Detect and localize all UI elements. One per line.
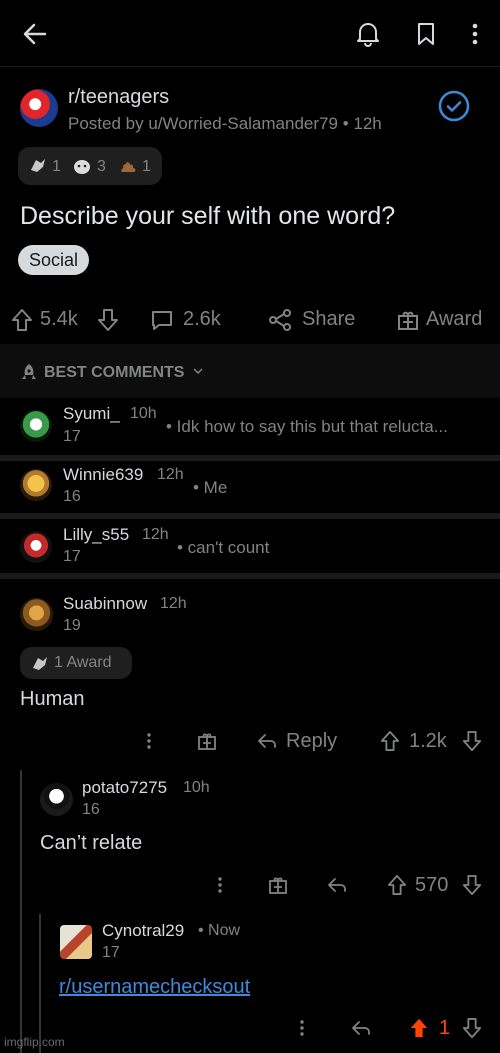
sort-bar[interactable]: BEST COMMENTS [0,344,500,398]
divider [0,573,500,579]
award-count: 3 [97,158,106,175]
comment-author[interactable]: potato7275 [82,778,167,798]
thread-line[interactable] [39,914,41,1053]
upvote-active-icon[interactable] [407,1016,431,1040]
comment-preview: • can't count [177,538,270,557]
share-label[interactable]: Share [302,308,355,331]
comment-votes: 1 [439,1017,451,1039]
downvote-icon[interactable] [460,873,484,897]
comment-body: Can’t relate [40,832,143,854]
reply-icon[interactable] [256,729,278,753]
downvote-icon[interactable] [94,305,122,335]
upvote-icon[interactable] [8,305,36,335]
post-score: 5.4k [40,308,78,330]
avatar[interactable] [20,531,52,563]
more-icon[interactable] [140,729,158,753]
comment-author[interactable]: Lilly_s55 [63,525,129,545]
award-icon[interactable] [196,729,218,753]
avatar[interactable] [20,598,53,631]
comment-age: 10h [130,405,157,422]
avatar[interactable] [60,925,92,959]
award-hug-icon [28,156,48,174]
comment-author[interactable]: Syumi_ [63,404,120,424]
comment-votes: 1.2k [409,730,447,752]
comment-votes: 570 [415,874,449,896]
subreddit-link[interactable]: r/usernamechecksout [59,976,250,999]
avatar[interactable] [40,783,73,816]
reply-label[interactable]: Reply [286,730,337,753]
more-icon[interactable] [211,873,229,897]
comment-score: 19 [63,617,81,634]
downvote-icon[interactable] [460,1016,484,1040]
subreddit-avatar[interactable] [20,89,58,127]
more-icon[interactable] [464,20,486,48]
comment-score: 17 [63,548,81,565]
downvote-icon[interactable] [460,729,484,753]
post-age: 12h [353,114,382,133]
comment-body: Human [20,688,85,710]
post-awards[interactable]: 1 3 1 [18,147,162,185]
posted-by[interactable]: Posted by u/Worried-Salamander79 [68,114,338,133]
comment-age: 10h [183,779,210,796]
collapsed-comment[interactable]: Syumi_ 10h 17 • Idk how to say this but … [0,398,500,455]
join-check-icon[interactable] [437,89,471,123]
more-icon[interactable] [293,1016,311,1040]
meta-dot: • [342,114,354,133]
award-icon[interactable] [394,306,422,334]
comment-score: 16 [63,488,81,505]
sort-label: BEST COMMENTS [44,364,185,381]
comment-preview: • Idk how to say this but that relucta..… [166,417,448,436]
comment-score: 16 [82,801,100,818]
post-title: Describe your self with one word? [20,202,396,230]
reply-icon[interactable] [326,873,348,897]
comment-age: • Now [198,922,241,939]
collapsed-comment[interactable]: Winnie639 12h 16 • Me [0,461,500,511]
back-icon[interactable] [18,18,52,50]
thread-line[interactable] [20,770,22,1053]
comment-icon[interactable] [148,306,176,334]
chevron-down-icon [193,367,203,375]
award-icon[interactable] [267,873,289,897]
comment-author[interactable]: Cynotral29 [102,921,184,941]
award-hug-icon [30,654,50,672]
upvote-icon[interactable] [378,729,402,753]
comment-age: 12h [142,526,169,543]
reply-icon[interactable] [350,1016,372,1040]
award-label[interactable]: Award [426,308,482,331]
collapsed-comment[interactable]: Lilly_s55 12h 17 • can't count [0,519,500,573]
share-icon[interactable] [266,306,294,334]
comment-author[interactable]: Suabinnow [63,594,147,614]
comment-score: 17 [102,944,120,961]
bell-icon[interactable] [354,20,382,48]
award-label: 1 Award [54,654,112,671]
comment-author[interactable]: Winnie639 [63,465,143,485]
comment-age: 12h [160,595,187,612]
avatar[interactable] [20,410,52,442]
comment-count[interactable]: 2.6k [183,308,221,331]
watermark: imgflip.com [4,1035,65,1049]
comment-score: 17 [63,428,81,445]
comment-preview: • Me [193,478,228,497]
post-flair[interactable]: Social [18,245,90,275]
header-divider [0,66,500,67]
award-count: 1 [142,158,151,175]
comment-awards[interactable]: 1 Award [20,647,132,679]
award-count: 1 [52,158,61,175]
post-meta: Posted by u/Worried-Salamander79 • 12h [68,114,382,134]
comment-age: 12h [157,466,184,483]
rocket-icon [20,363,38,381]
bookmark-icon[interactable] [413,20,439,48]
upvote-icon[interactable] [385,873,409,897]
subreddit-name[interactable]: r/teenagers [68,86,169,109]
award-wholesome-icon [72,157,92,175]
award-poop-icon [118,155,138,175]
avatar[interactable] [20,469,52,501]
